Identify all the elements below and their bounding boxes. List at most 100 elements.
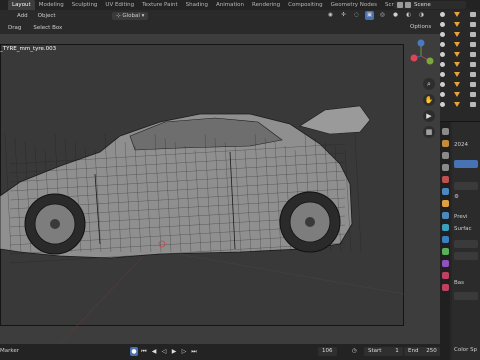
play-reverse-icon[interactable]: ◁ xyxy=(160,347,168,356)
camera-restrict-icon[interactable] xyxy=(470,32,476,37)
surface-section[interactable]: Surfac xyxy=(454,226,472,232)
material-tab-icon[interactable] xyxy=(442,272,449,279)
frame-start-field[interactable]: Start 1 xyxy=(364,347,403,356)
tab-layout[interactable]: Layout xyxy=(8,0,35,10)
tab-uv-editing[interactable]: UV Editing xyxy=(101,0,138,10)
3d-viewport[interactable]: _TYRE_mm_tyre.003 ⌕ ✋ ▶ ▦ xyxy=(0,34,440,344)
outliner-row[interactable] xyxy=(440,90,480,100)
eye-icon[interactable] xyxy=(440,32,445,37)
xray-icon[interactable]: ▣ xyxy=(365,11,374,20)
camera-restrict-icon[interactable] xyxy=(470,62,476,67)
overlay-icon[interactable]: ◌ xyxy=(352,11,361,20)
menu-object[interactable]: Object xyxy=(33,13,61,19)
surface-field[interactable] xyxy=(454,240,478,248)
camera-restrict-icon[interactable] xyxy=(470,102,476,107)
mesh-icon xyxy=(454,52,460,57)
camera-restrict-icon[interactable] xyxy=(470,22,476,27)
outliner-row[interactable] xyxy=(440,20,480,30)
eye-icon[interactable] xyxy=(440,72,445,77)
camera-restrict-icon[interactable] xyxy=(470,52,476,57)
shading-rendered-icon[interactable]: ◑ xyxy=(417,11,426,20)
output-tab-icon[interactable] xyxy=(442,152,449,159)
outliner-row[interactable] xyxy=(440,100,480,110)
eye-icon[interactable] xyxy=(440,102,445,107)
outliner-row[interactable] xyxy=(440,50,480,60)
jump-start-icon[interactable]: ⏮ xyxy=(140,347,148,356)
tab-shading[interactable]: Shading xyxy=(182,0,212,10)
tab-texture-paint[interactable]: Texture Paint xyxy=(138,0,182,10)
tab-animation[interactable]: Animation xyxy=(212,0,248,10)
outliner-row[interactable] xyxy=(440,10,480,20)
outliner-row[interactable] xyxy=(440,60,480,70)
outliner-row[interactable] xyxy=(440,30,480,40)
constraints-tab-icon[interactable] xyxy=(442,248,449,255)
camera-restrict-icon[interactable] xyxy=(470,12,476,17)
prev-key-icon[interactable]: ◀ xyxy=(150,347,158,356)
jump-end-icon[interactable]: ⏭ xyxy=(190,347,198,356)
modifier-tab-icon[interactable] xyxy=(442,212,449,219)
world-tab-icon[interactable] xyxy=(442,188,449,195)
navigation-gizmo[interactable] xyxy=(406,38,436,70)
zoom-icon[interactable]: ⌕ xyxy=(423,78,435,90)
render-tab-icon[interactable] xyxy=(442,140,449,147)
outliner-row[interactable] xyxy=(440,40,480,50)
tab-compositing[interactable]: Compositing xyxy=(284,0,326,10)
base-color-field[interactable] xyxy=(454,292,478,300)
shading-solid-icon[interactable]: ● xyxy=(391,11,400,20)
object-tab-icon[interactable] xyxy=(442,200,449,207)
eye-icon[interactable] xyxy=(440,22,445,27)
tool-drag-label[interactable]: Drag xyxy=(2,25,27,31)
data-tab-icon[interactable] xyxy=(442,260,449,267)
material-slot-field[interactable] xyxy=(454,160,478,168)
eye-icon[interactable] xyxy=(440,82,445,87)
material-name-field[interactable] xyxy=(454,182,478,190)
tab-geometry-nodes[interactable]: Geometry Nodes xyxy=(327,0,381,10)
record-icon[interactable]: ● xyxy=(130,347,138,356)
menu-add[interactable]: Add xyxy=(12,13,33,19)
tab-modeling[interactable]: Modeling xyxy=(35,0,68,10)
shading-material-icon[interactable]: ◐ xyxy=(404,11,413,20)
options-button[interactable]: Options xyxy=(410,24,431,30)
camera-restrict-icon[interactable] xyxy=(470,82,476,87)
gizmo-toggle-icon[interactable]: ✢ xyxy=(339,11,348,20)
texture-tab-icon[interactable] xyxy=(442,284,449,291)
eye-icon[interactable] xyxy=(440,12,445,17)
tool-select-box[interactable]: Select Box xyxy=(27,25,68,31)
eye-icon[interactable] xyxy=(440,52,445,57)
eye-icon[interactable] xyxy=(440,62,445,67)
camera-restrict-icon[interactable] xyxy=(470,42,476,47)
camera-restrict-icon[interactable] xyxy=(470,72,476,77)
material-settings-icon[interactable]: ⚙ xyxy=(454,194,459,200)
camera-restrict-icon[interactable] xyxy=(470,92,476,97)
eye-icon[interactable] xyxy=(440,42,445,47)
gizmo-y-axis[interactable] xyxy=(426,57,434,65)
tab-rendering[interactable]: Rendering xyxy=(248,0,284,10)
transform-orientation-dropdown[interactable]: ⊹ Global ▾ xyxy=(112,12,149,20)
outliner-row[interactable] xyxy=(440,70,480,80)
particles-tab-icon[interactable] xyxy=(442,224,449,231)
preview-section[interactable]: Previ xyxy=(454,214,468,220)
shading-wireframe-icon[interactable]: ◎ xyxy=(378,11,387,20)
tool-tab-icon[interactable] xyxy=(442,128,449,135)
physics-tab-icon[interactable] xyxy=(442,236,449,243)
gizmo-x-axis[interactable] xyxy=(410,54,418,62)
eye-icon[interactable] xyxy=(440,92,445,97)
scene-tab-icon[interactable] xyxy=(442,176,449,183)
tab-sculpting[interactable]: Sculpting xyxy=(68,0,102,10)
pan-hand-icon[interactable]: ✋ xyxy=(423,94,435,106)
grid-perspective-icon[interactable]: ▦ xyxy=(423,126,435,138)
frame-end-field[interactable]: End 250 xyxy=(404,347,441,356)
play-icon[interactable]: ▶ xyxy=(170,347,178,356)
properties-editor[interactable]: 2024 ⚙ Previ Surfac Bas Color Sp xyxy=(452,122,480,360)
visibility-icon[interactable]: ◉ xyxy=(326,11,335,20)
marker-menu[interactable]: Marker xyxy=(0,348,19,354)
outliner-row[interactable] xyxy=(440,80,480,90)
camera-view-icon[interactable]: ▶ xyxy=(423,110,435,122)
current-frame-field[interactable]: 106 xyxy=(318,347,337,356)
scene-selector[interactable]: Scene xyxy=(394,1,466,9)
surface-subfield[interactable] xyxy=(454,252,478,260)
gizmo-z-axis[interactable] xyxy=(417,39,425,47)
view-layer-tab-icon[interactable] xyxy=(442,164,449,171)
next-key-icon[interactable]: ▷ xyxy=(180,347,188,356)
outliner[interactable] xyxy=(440,10,480,122)
